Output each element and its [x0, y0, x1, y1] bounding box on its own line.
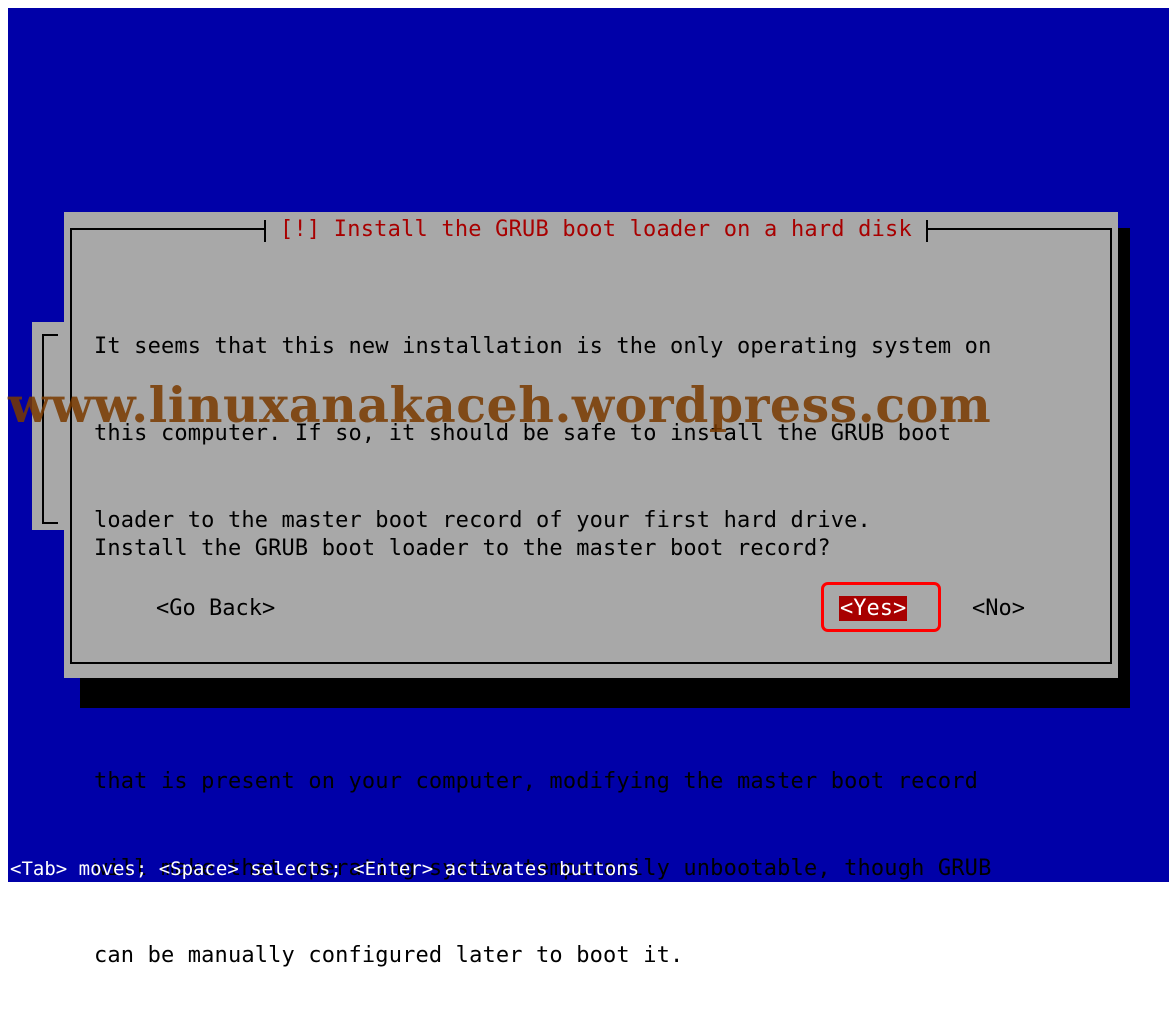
warning-line: can be manually configured later to boot… — [94, 943, 684, 968]
dialog-question: Install the GRUB boot loader to the mast… — [94, 536, 831, 561]
dialog-title: [!] Install the GRUB boot loader on a ha… — [266, 216, 926, 242]
no-button[interactable]: <No> — [972, 596, 1025, 621]
message-line: loader to the master boot record of your… — [94, 508, 871, 533]
message-line: It seems that this new installation is t… — [94, 334, 992, 359]
grub-install-dialog: [!] Install the GRUB boot loader on a ha… — [64, 212, 1118, 968]
warning-line: that is present on your computer, modify… — [94, 769, 979, 794]
warning-line: Warning: If the installer failed to dete… — [94, 682, 992, 707]
help-line: <Tab> moves; <Space> selects; <Enter> ac… — [10, 858, 640, 880]
title-right-tick — [925, 220, 928, 242]
yes-button[interactable]: <Yes> — [839, 596, 908, 621]
go-back-button[interactable]: <Go Back> — [156, 596, 275, 621]
dialog-title-bar: [!] Install the GRUB boot loader on a ha… — [214, 212, 978, 246]
watermark-text: www.linuxanakaceh.wordpress.com — [8, 376, 992, 434]
